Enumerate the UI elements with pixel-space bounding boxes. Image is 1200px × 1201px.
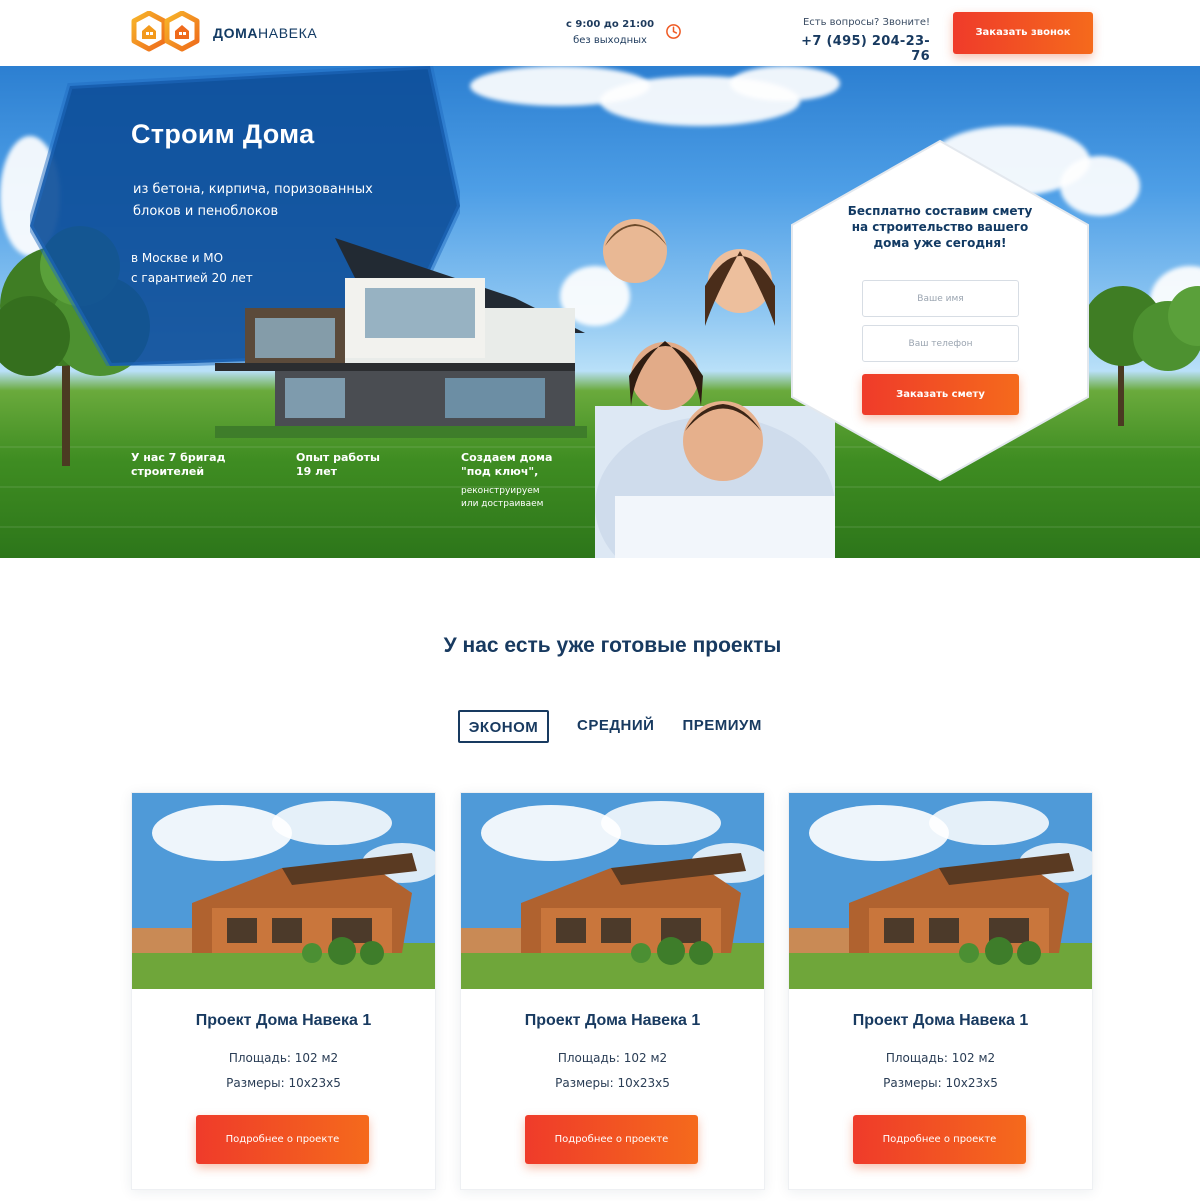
feature-line: 19 лет xyxy=(296,465,338,478)
project-area: Площадь: 102 м2 xyxy=(557,1051,668,1065)
feature-line: Создаем дома xyxy=(461,451,553,464)
project-card: Проект Дома Навека 1 Площадь: 102 м2 Раз… xyxy=(788,792,1093,1190)
working-hours: с 9:00 до 21:00 без выходных xyxy=(566,17,654,49)
feature-line: У нас 7 бригад xyxy=(131,451,226,464)
contact-question: Есть вопросы? Звоните! xyxy=(802,17,930,28)
project-area: Площадь: 102 м2 xyxy=(228,1051,339,1065)
project-card: Проект Дома Навека 1 Площадь: 102 м2 Раз… xyxy=(131,792,436,1190)
project-house-image xyxy=(789,793,1092,989)
hero-subtitle: из бетона, кирпича, поризованных блоков … xyxy=(133,182,373,219)
feature-line: Опыт работы xyxy=(296,451,380,464)
logo-text-bold: ДОМА xyxy=(213,25,259,41)
project-title: Проект Дома Навека 1 xyxy=(852,1012,1029,1029)
logo-text-light: НАВЕКА xyxy=(258,25,318,41)
order-estimate-button[interactable]: Заказать смету xyxy=(862,374,1019,415)
project-size: Размеры: 10x23x5 xyxy=(226,1076,341,1090)
tree-right xyxy=(1083,286,1200,426)
project-card: Проект Дома Навека 1 Площадь: 102 м2 Раз… xyxy=(460,792,765,1190)
site-header: ДОМАНАВЕКА с 9:00 до 21:00 без выходных … xyxy=(0,0,1200,66)
feature-experience: Опыт работы 19 лет xyxy=(296,451,380,479)
feature-small-line1: реконструируем xyxy=(461,486,540,496)
tab-econom[interactable]: ЭКОНОМ xyxy=(458,710,549,743)
logo[interactable]: ДОМАНАВЕКА xyxy=(131,11,317,55)
feature-brigades: У нас 7 бригад строителей xyxy=(131,451,225,479)
hero-section: Строим Дома из бетона, кирпича, поризова… xyxy=(0,66,1200,558)
feature-line: "под ключ", xyxy=(461,465,539,478)
logo-text: ДОМАНАВЕКА xyxy=(213,25,317,41)
feature-small-line2: или достраиваем xyxy=(461,499,544,509)
house-hexagon-logo-icon xyxy=(131,11,200,52)
feature-small-text: реконструируем или достраиваем xyxy=(461,485,552,511)
project-details-button[interactable]: Подробнее о проекте xyxy=(525,1115,698,1164)
tab-medium[interactable]: СРЕДНИЙ xyxy=(565,710,666,743)
project-size: Размеры: 10x23x5 xyxy=(555,1076,670,1090)
project-details-button[interactable]: Подробнее о проекте xyxy=(853,1115,1026,1164)
contact-block: Есть вопросы? Звоните! +7 (495) 204-23-7… xyxy=(790,16,930,64)
project-house-image xyxy=(461,793,764,989)
tab-premium[interactable]: ПРЕМИУМ xyxy=(670,710,773,743)
project-tabs: ЭКОНОМ СРЕДНИЙ ПРЕМИУМ xyxy=(458,710,774,743)
feature-line: строителей xyxy=(131,465,205,478)
order-call-button[interactable]: Заказать звонок xyxy=(953,12,1093,54)
project-house-image xyxy=(132,793,435,989)
project-title: Проект Дома Навека 1 xyxy=(195,1012,372,1029)
project-size: Размеры: 10x23x5 xyxy=(883,1076,998,1090)
clock-icon xyxy=(666,24,681,39)
phone-input[interactable] xyxy=(862,325,1019,362)
hero-title: Строим Дома xyxy=(131,119,315,149)
form-title: Бесплатно составим смету на строительств… xyxy=(847,204,1033,250)
project-details-button[interactable]: Подробнее о проекте xyxy=(196,1115,369,1164)
feature-turnkey: Создаем дома "под ключ", реконструируем и… xyxy=(461,451,552,511)
modern-house-image xyxy=(215,238,587,438)
hours-days: без выходных xyxy=(573,35,647,46)
cloud xyxy=(730,66,840,101)
hours-time: с 9:00 до 21:00 xyxy=(566,19,655,30)
project-area: Площадь: 102 м2 xyxy=(885,1051,996,1065)
project-title: Проект Дома Навека 1 xyxy=(524,1012,701,1029)
name-input[interactable] xyxy=(862,280,1019,317)
phone-number[interactable]: +7 (495) 204-23-76 xyxy=(790,34,930,64)
projects-title: У нас есть уже готовые проекты xyxy=(443,634,782,657)
